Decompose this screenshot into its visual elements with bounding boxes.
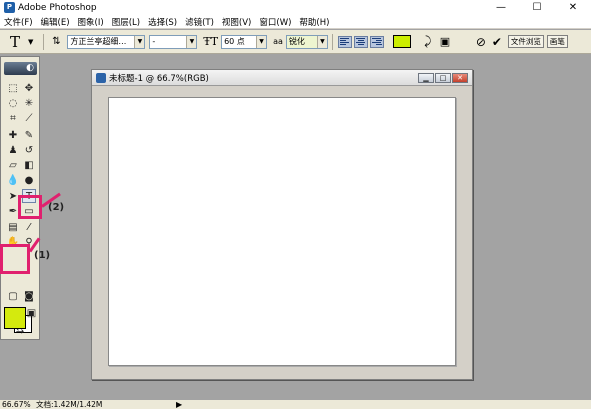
app-title: Adobe Photoshop xyxy=(18,2,97,13)
file-browser-tab[interactable]: 文件浏览 xyxy=(507,35,544,48)
antialias-icon: aa xyxy=(273,37,283,46)
minimize-button[interactable]: — xyxy=(483,0,519,15)
clone-stamp-tool-icon[interactable]: ♟ xyxy=(6,144,20,158)
text-color-swatch[interactable] xyxy=(392,35,411,48)
document-minimize-button[interactable]: ▁ xyxy=(418,73,434,83)
document-size-info: 文档:1.42M/1.42M xyxy=(36,400,103,409)
brushes-tab[interactable]: 画笔 xyxy=(546,35,568,48)
quick-mask-mode-icon[interactable]: ◙ xyxy=(22,290,36,304)
foreground-color-highlight xyxy=(0,244,30,274)
menu-filter[interactable]: 滤镜(T) xyxy=(185,16,214,28)
document-close-button[interactable]: ✕ xyxy=(452,73,468,83)
dodge-tool-icon[interactable]: ● xyxy=(22,174,36,188)
align-center-button[interactable] xyxy=(353,35,368,48)
annotation-label-1: (1) xyxy=(34,250,51,261)
foreground-color-swatch[interactable] xyxy=(4,307,26,329)
move-tool-icon[interactable]: ✥ xyxy=(22,82,36,96)
eyedropper-tool-icon[interactable]: ⁄ xyxy=(22,221,36,235)
chevron-down-icon[interactable]: ▼ xyxy=(28,38,33,46)
separator xyxy=(43,33,45,50)
status-bar: 66.67% 文档:1.42M/1.42M xyxy=(0,400,591,409)
menu-edit[interactable]: 编辑(E) xyxy=(41,16,70,28)
chevron-down-icon: ▼ xyxy=(316,35,327,48)
blur-tool-icon[interactable]: 💧 xyxy=(6,174,20,188)
crop-tool-icon[interactable]: ⌗ xyxy=(6,112,20,126)
screen-mode-full-icon[interactable]: ▣ xyxy=(26,307,37,321)
align-right-button[interactable] xyxy=(369,35,384,48)
slice-tool-icon[interactable]: ⟋ xyxy=(22,112,36,126)
app-title-bar: P Adobe Photoshop — ☐ ✕ xyxy=(0,0,591,15)
cancel-icon[interactable]: ⊘ xyxy=(473,35,489,49)
antialias-select[interactable]: 锐化 ▼ xyxy=(285,34,328,49)
close-button[interactable]: ✕ xyxy=(555,0,591,15)
antialias-value: 锐化 xyxy=(288,37,305,46)
menu-window[interactable]: 窗口(W) xyxy=(259,16,291,28)
menu-bar: 文件(F) 编辑(E) 图象(I) 图层(L) 选择(S) 滤镜(T) 视图(V… xyxy=(0,15,591,29)
maximize-button[interactable]: ☐ xyxy=(519,0,555,15)
document-title: 未标题-1 @ 66.7%(RGB) xyxy=(109,73,209,84)
standard-mode-icon[interactable]: ▢ xyxy=(6,290,20,304)
lasso-tool-icon[interactable]: ◌ xyxy=(6,97,20,111)
photoshop-app-icon: P xyxy=(4,2,15,13)
options-bar: T ▼ ⇅ 方正兰亭超细… ▼ - ▼ ŦT 60 点 ▼ aa 锐化 ▼ ⤸ … xyxy=(0,30,591,54)
history-brush-tool-icon[interactable]: ↺ xyxy=(22,144,36,158)
warp-text-icon[interactable]: ⤸ xyxy=(419,34,437,49)
magic-wand-tool-icon[interactable]: ✳ xyxy=(22,97,36,111)
menu-view[interactable]: 视图(V) xyxy=(222,16,251,28)
document-icon xyxy=(96,72,106,83)
gradient-tool-icon[interactable]: ◧ xyxy=(22,159,36,173)
document-canvas[interactable] xyxy=(108,97,456,366)
separator xyxy=(331,33,333,50)
brush-tool-icon[interactable]: ✎ xyxy=(22,129,36,143)
font-size-value: 60 点 xyxy=(224,37,245,46)
font-family-select[interactable]: 方正兰亭超细… ▼ xyxy=(67,34,146,49)
healing-brush-tool-icon[interactable]: ✚ xyxy=(6,129,20,143)
menu-select[interactable]: 选择(S) xyxy=(148,16,177,28)
eraser-tool-icon[interactable]: ▱ xyxy=(6,159,20,173)
marquee-tool-icon[interactable]: ⬚ xyxy=(6,82,20,96)
text-orientation-icon[interactable]: ⇅ xyxy=(48,36,64,47)
type-tool-preset-icon[interactable]: T xyxy=(10,33,26,51)
align-left-button[interactable] xyxy=(337,35,352,48)
menu-help[interactable]: 帮助(H) xyxy=(299,16,329,28)
font-family-value: 方正兰亭超细… xyxy=(70,37,127,46)
annotation-label-2: (2) xyxy=(48,202,65,213)
zoom-level[interactable]: 66.67% xyxy=(2,400,31,409)
font-style-value: - xyxy=(152,37,156,46)
chevron-down-icon: ▼ xyxy=(186,35,197,48)
chevron-down-icon: ▼ xyxy=(256,35,267,48)
type-tool-highlight xyxy=(18,195,42,219)
document-maximize-button[interactable]: □ xyxy=(435,73,451,83)
font-size-icon: ŦT xyxy=(203,35,219,48)
document-title-bar[interactable]: 未标题-1 @ 66.7%(RGB) ▁ □ ✕ xyxy=(92,70,472,86)
font-size-select[interactable]: 60 点 ▼ xyxy=(221,34,268,49)
menu-file[interactable]: 文件(F) xyxy=(4,16,33,28)
chevron-down-icon: ▼ xyxy=(134,35,145,48)
document-window-controls: ▁ □ ✕ xyxy=(418,73,468,83)
font-style-select[interactable]: - ▼ xyxy=(149,34,198,49)
mouse-cursor-icon: ▶ xyxy=(176,400,183,409)
menu-image[interactable]: 图象(I) xyxy=(78,16,104,28)
window-controls: — ☐ ✕ xyxy=(483,0,591,15)
commit-icon[interactable]: ✔ xyxy=(489,35,505,49)
photoshop-logo-icon: ◐ xyxy=(4,62,37,75)
palettes-toggle-icon[interactable]: ▣ xyxy=(437,35,453,48)
notes-tool-icon[interactable]: ▤ xyxy=(6,221,20,235)
menu-layer[interactable]: 图层(L) xyxy=(112,16,140,28)
document-window[interactable]: 未标题-1 @ 66.7%(RGB) ▁ □ ✕ xyxy=(91,69,473,380)
